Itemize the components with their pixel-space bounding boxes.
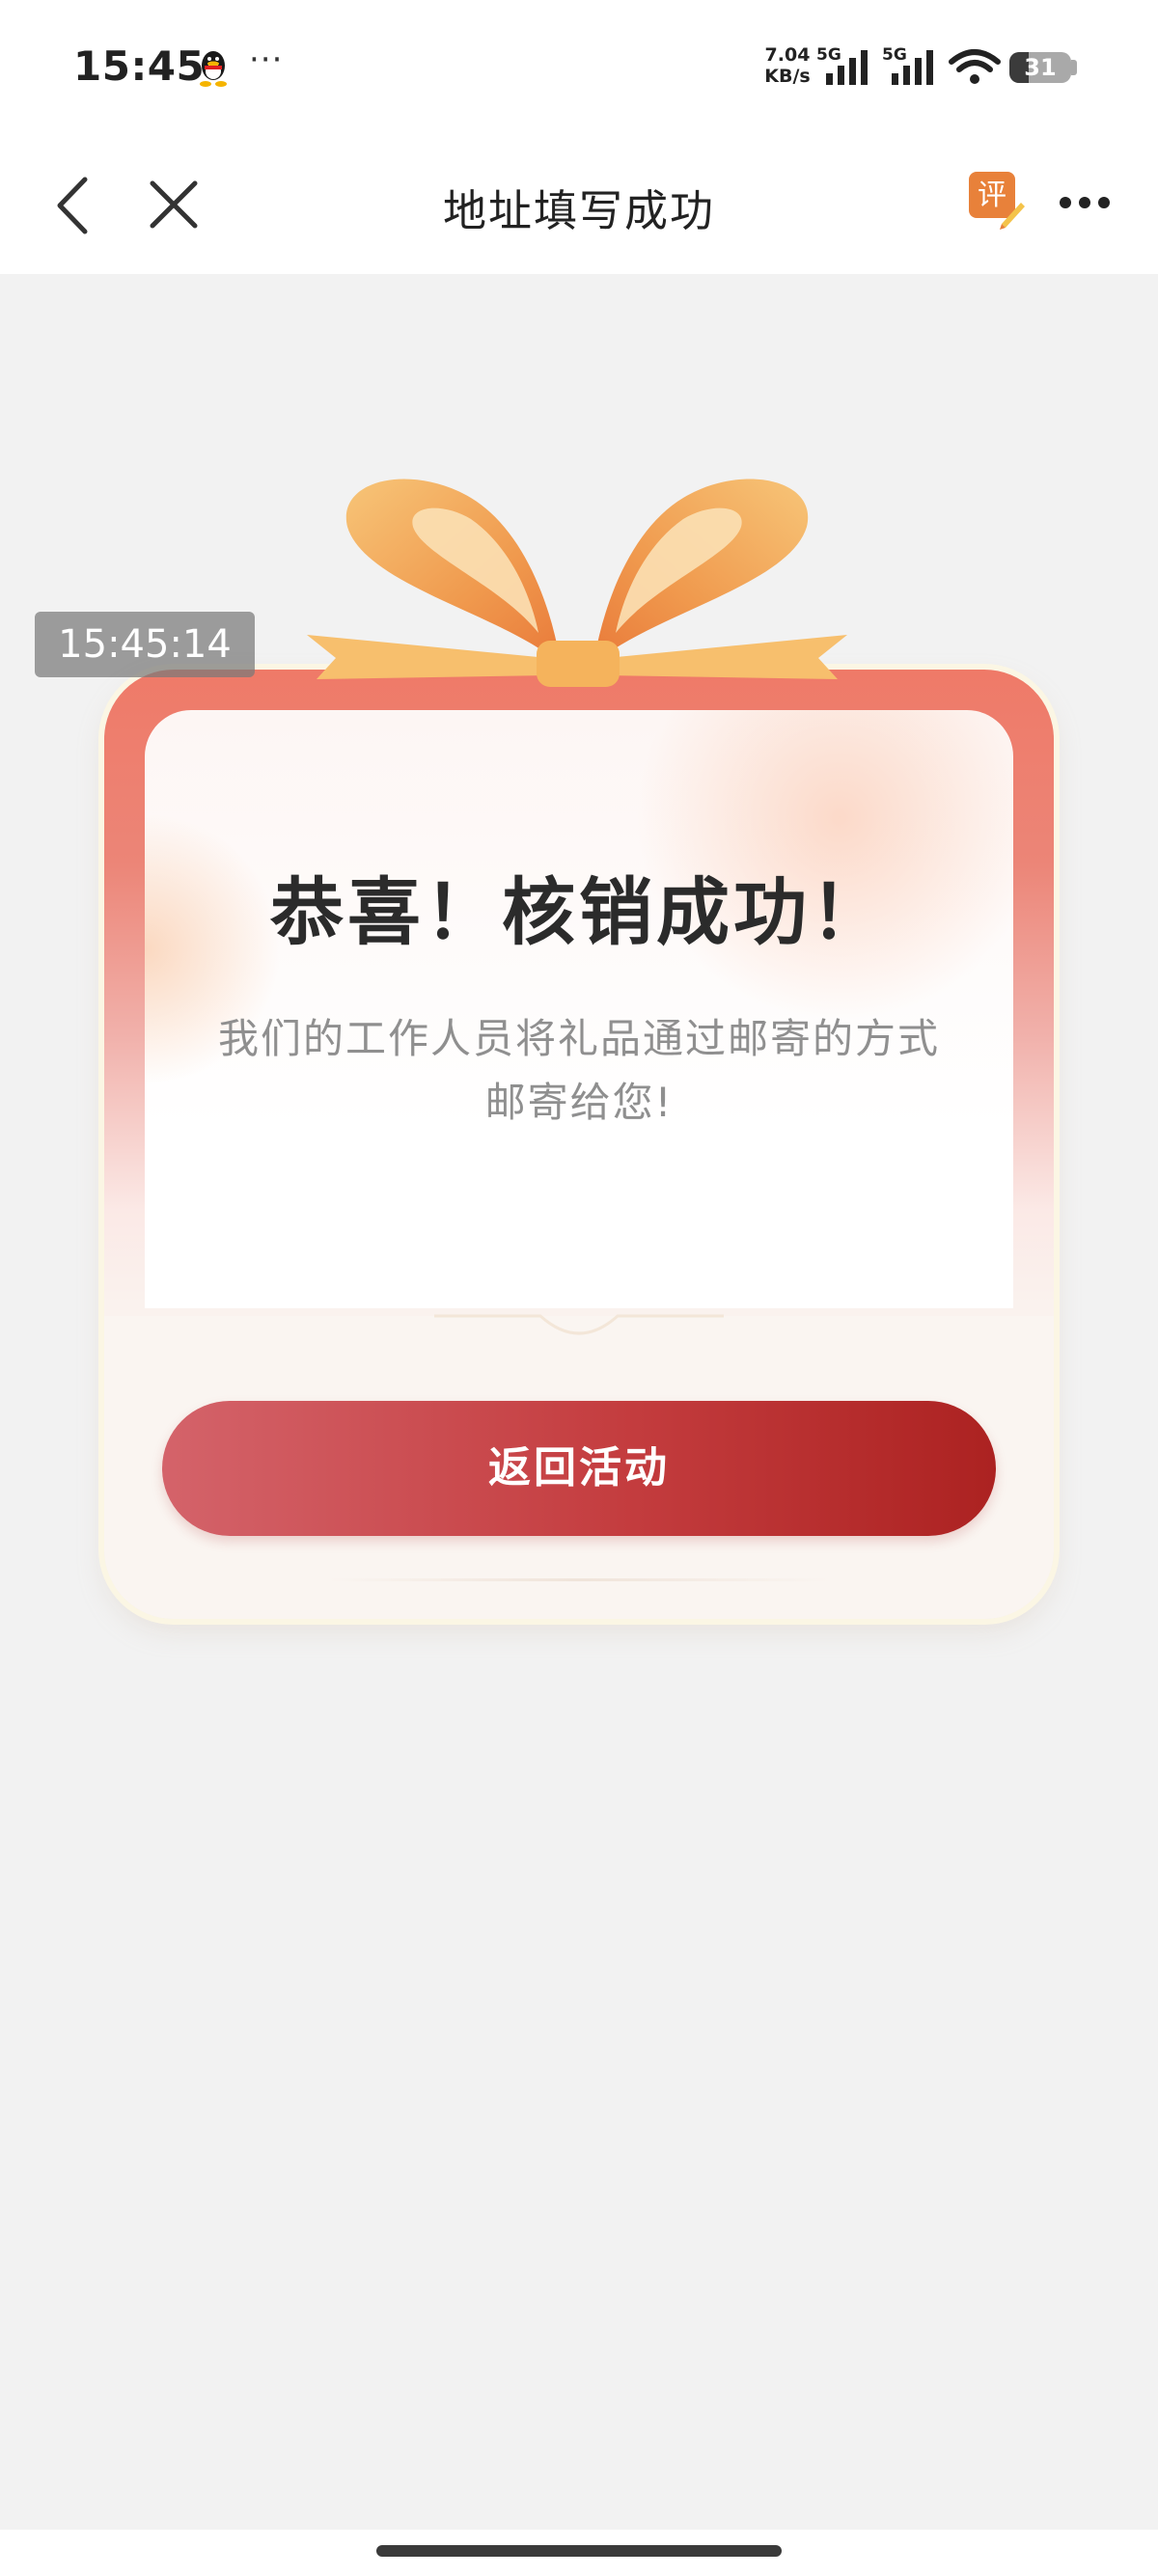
status-more-dots: ··· [249, 41, 284, 79]
home-indicator[interactable] [376, 2545, 782, 2557]
qq-icon [200, 51, 227, 87]
network-speed: 7.04 KB/s [758, 44, 816, 87]
timestamp-badge: 15:45:14 [35, 612, 255, 677]
success-title: 恭喜！核销成功！ [270, 869, 888, 955]
signal-strength-icon-sim2: 5G [882, 46, 933, 85]
gift-bow-ribbon-icon [307, 479, 847, 687]
success-description: 我们的工作人员将礼品通过邮寄的方式 邮寄给您! [193, 1007, 965, 1135]
battery-icon: 31 [1009, 52, 1071, 83]
status-bar: 15:45 ··· 7.04 KB/s 5G 5G 31 [0, 0, 1158, 135]
navigation-bar: 地址填写成功 评 [0, 135, 1158, 274]
wifi-icon [949, 49, 1001, 84]
card-divider [328, 1578, 830, 1581]
return-to-activity-button[interactable]: 返回活动 [162, 1401, 996, 1536]
back-arrow-icon[interactable] [50, 174, 95, 237]
card-notch-decoration [434, 1314, 724, 1335]
signal-strength-icon-sim1: 5G [816, 46, 868, 85]
more-options-icon[interactable] [1058, 193, 1112, 212]
success-description-line1: 我们的工作人员将礼品通过邮寄的方式 [217, 1015, 940, 1062]
success-description-line2: 邮寄给您! [484, 1079, 674, 1126]
network-speed-value: 7.04 [764, 44, 811, 66]
battery-tip [1071, 60, 1077, 75]
battery-level: 31 [1024, 54, 1057, 81]
review-icon[interactable]: 评 [967, 170, 1025, 230]
page-title: 地址填写成功 [442, 185, 715, 236]
status-time: 15:45 [73, 42, 206, 90]
sim1-network-label: 5G [816, 46, 841, 65]
network-speed-unit: KB/s [764, 66, 811, 87]
sim2-network-label: 5G [882, 46, 907, 65]
review-icon-label: 评 [978, 178, 1006, 212]
close-icon[interactable] [147, 178, 201, 232]
